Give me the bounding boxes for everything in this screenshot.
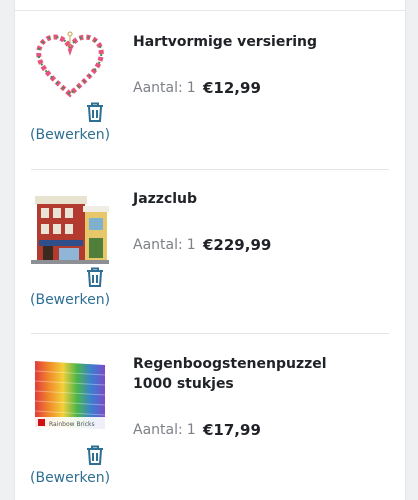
product-price: €12,99 <box>203 79 261 97</box>
heart-wreath-icon <box>36 31 104 98</box>
product-name[interactable]: Regenboogstenenpuzzel 1000 stukjes <box>133 354 383 394</box>
cart-panel: (Bewerken) Hartvormige versiering Aantal… <box>14 0 406 500</box>
trash-icon[interactable] <box>83 443 107 467</box>
quantity-label: Aantal: <box>133 237 183 253</box>
product-name[interactable]: Hartvormige versiering <box>133 32 383 52</box>
edit-link[interactable]: (Bewerken) <box>30 292 110 308</box>
jazzclub-building-icon <box>31 196 109 264</box>
edit-link[interactable]: (Bewerken) <box>30 470 110 486</box>
top-divider <box>15 10 405 11</box>
product-name[interactable]: Jazzclub <box>133 189 383 209</box>
product-price: €17,99 <box>203 421 261 439</box>
box-label: Rainbow Bricks <box>49 421 95 428</box>
product-image[interactable] <box>29 188 111 268</box>
quantity: Aantal: 1 <box>133 237 196 253</box>
quantity-value: 1 <box>186 80 196 96</box>
edit-link[interactable]: (Bewerken) <box>30 127 110 143</box>
item-divider <box>31 333 389 334</box>
rainbow-bricks-puzzle-icon: Rainbow Bricks <box>34 361 106 429</box>
quantity: Aantal: 1 <box>133 80 196 96</box>
product-image[interactable] <box>29 30 111 100</box>
quantity-label: Aantal: <box>133 80 183 96</box>
quantity-value: 1 <box>186 422 196 438</box>
item-divider <box>31 169 389 170</box>
product-image[interactable]: Rainbow Bricks <box>29 357 111 433</box>
quantity-label: Aantal: <box>133 422 183 438</box>
product-price: €229,99 <box>203 236 272 254</box>
trash-icon[interactable] <box>83 100 107 124</box>
quantity-value: 1 <box>186 237 196 253</box>
trash-icon[interactable] <box>83 265 107 289</box>
quantity: Aantal: 1 <box>133 422 196 438</box>
